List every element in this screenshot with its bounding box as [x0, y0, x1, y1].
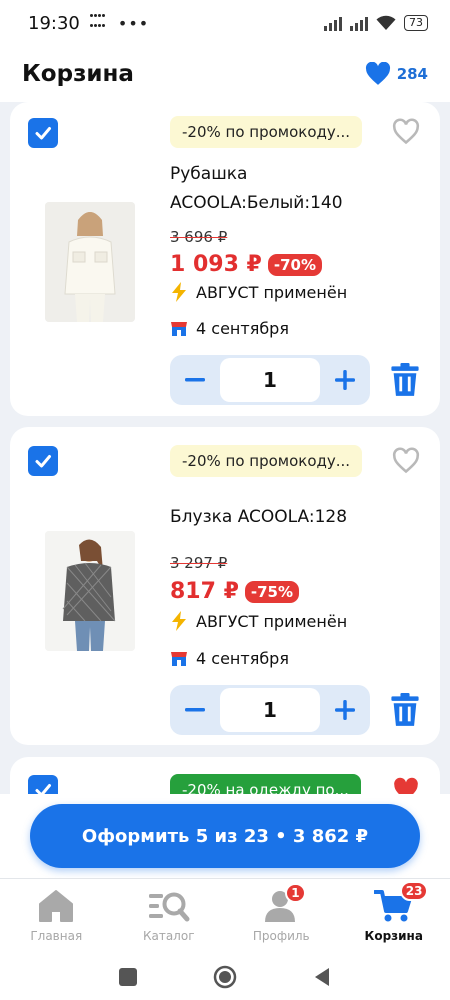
product-name[interactable]: Рубашка ACOOLA:Белый:140	[170, 160, 400, 218]
signal-icon-2	[350, 15, 368, 31]
trash-icon[interactable]	[390, 693, 420, 727]
product-name[interactable]: Блузка ACOOLA:128	[170, 503, 400, 532]
plus-icon	[335, 370, 355, 390]
current-price: 1 093 ₽	[170, 252, 262, 277]
delivery-text: 4 сентября	[196, 649, 289, 668]
trash-icon[interactable]	[390, 363, 420, 397]
discount-badge: -70%	[267, 253, 322, 276]
product-image[interactable]	[45, 202, 135, 322]
page-title: Корзина	[22, 61, 134, 87]
status-bar: 19:30 ••• 73	[0, 0, 450, 46]
wifi-icon	[376, 15, 396, 30]
recent-apps-button[interactable]	[113, 962, 143, 992]
tab-cart[interactable]: 23 Корзина	[338, 879, 450, 954]
back-button[interactable]	[307, 962, 337, 992]
old-price: 3 297 ₽	[170, 554, 228, 572]
product-image[interactable]	[45, 531, 135, 651]
more-notifications-icon: •••	[117, 13, 150, 33]
cart-item: -20% по промокоду... Блузка ACOOLA:128 3…	[10, 427, 440, 745]
cart-item: -20% по промокоду... Рубашка ACOOLA:Белы…	[10, 102, 440, 416]
back-triangle-icon	[314, 968, 329, 986]
store-icon	[171, 321, 187, 336]
tab-home[interactable]: Главная	[0, 879, 113, 954]
plus-icon	[335, 700, 355, 720]
tab-label: Каталог	[142, 929, 195, 943]
promo-applied: АВГУСТ применён	[170, 282, 347, 302]
check-icon	[35, 127, 51, 140]
price-row: 817 ₽ -75%	[170, 579, 300, 604]
store-icon	[171, 651, 187, 666]
square-icon	[119, 968, 138, 986]
check-icon	[35, 455, 51, 468]
current-price: 817 ₽	[170, 579, 239, 604]
decrease-button[interactable]	[170, 685, 220, 735]
catalog-search-icon	[148, 892, 190, 922]
heart-filled-icon	[365, 62, 390, 85]
promo-label[interactable]: -20% по промокоду...	[170, 445, 363, 477]
tab-profile[interactable]: 1 Профиль	[225, 879, 338, 954]
lightning-icon	[172, 611, 186, 631]
delivery-date: 4 сентября	[170, 649, 289, 668]
tab-label: Профиль	[252, 929, 310, 943]
promo-label[interactable]: -20% по промокоду...	[170, 116, 363, 148]
heart-outline-icon[interactable]	[392, 118, 420, 146]
checkout-button[interactable]: Оформить 5 из 23 • 3 862 ₽	[30, 804, 420, 868]
price-row: 1 093 ₽ -70%	[170, 252, 322, 277]
heart-outline-icon[interactable]	[392, 447, 420, 475]
home-system-button[interactable]	[210, 962, 240, 992]
delivery-date: 4 сентября	[170, 319, 289, 338]
bottom-tab-bar: Главная Каталог 1 Профиль 23 Корзина	[0, 878, 450, 954]
promo-applied: АВГУСТ применён	[170, 611, 347, 631]
quantity-value[interactable]: 1	[220, 688, 320, 732]
promo-applied-text: АВГУСТ применён	[196, 611, 348, 631]
tab-catalog[interactable]: Каталог	[113, 879, 226, 954]
increase-button[interactable]	[320, 355, 370, 405]
tab-label: Главная	[30, 929, 83, 943]
delivery-text: 4 сентября	[196, 319, 289, 338]
cart-badge: 23	[399, 881, 429, 901]
old-price: 3 696 ₽	[170, 228, 228, 246]
app-notification-icon	[89, 14, 108, 32]
signal-icon	[324, 15, 342, 31]
quantity-value[interactable]: 1	[220, 358, 320, 402]
profile-badge: 1	[285, 883, 306, 903]
item-checkbox[interactable]	[28, 446, 58, 476]
home-icon	[39, 890, 74, 922]
increase-button[interactable]	[320, 685, 370, 735]
promo-applied-text: АВГУСТ применён	[196, 282, 348, 302]
system-navigation-bar	[0, 954, 450, 1000]
decrease-button[interactable]	[170, 355, 220, 405]
favorites-button[interactable]: 284	[365, 62, 428, 86]
status-time: 19:30	[28, 12, 80, 34]
quantity-stepper: 1	[170, 685, 370, 735]
minus-icon	[185, 378, 205, 382]
lightning-icon	[172, 282, 186, 302]
tab-label: Корзина	[364, 929, 423, 943]
quantity-stepper: 1	[170, 355, 370, 405]
circle-icon	[213, 965, 237, 989]
discount-badge: -75%	[244, 580, 300, 603]
app-header: Корзина 284	[0, 46, 450, 102]
item-checkbox[interactable]	[28, 118, 58, 148]
minus-icon	[185, 708, 205, 712]
favorites-count: 284	[396, 65, 428, 83]
battery-icon: 73	[404, 15, 428, 31]
